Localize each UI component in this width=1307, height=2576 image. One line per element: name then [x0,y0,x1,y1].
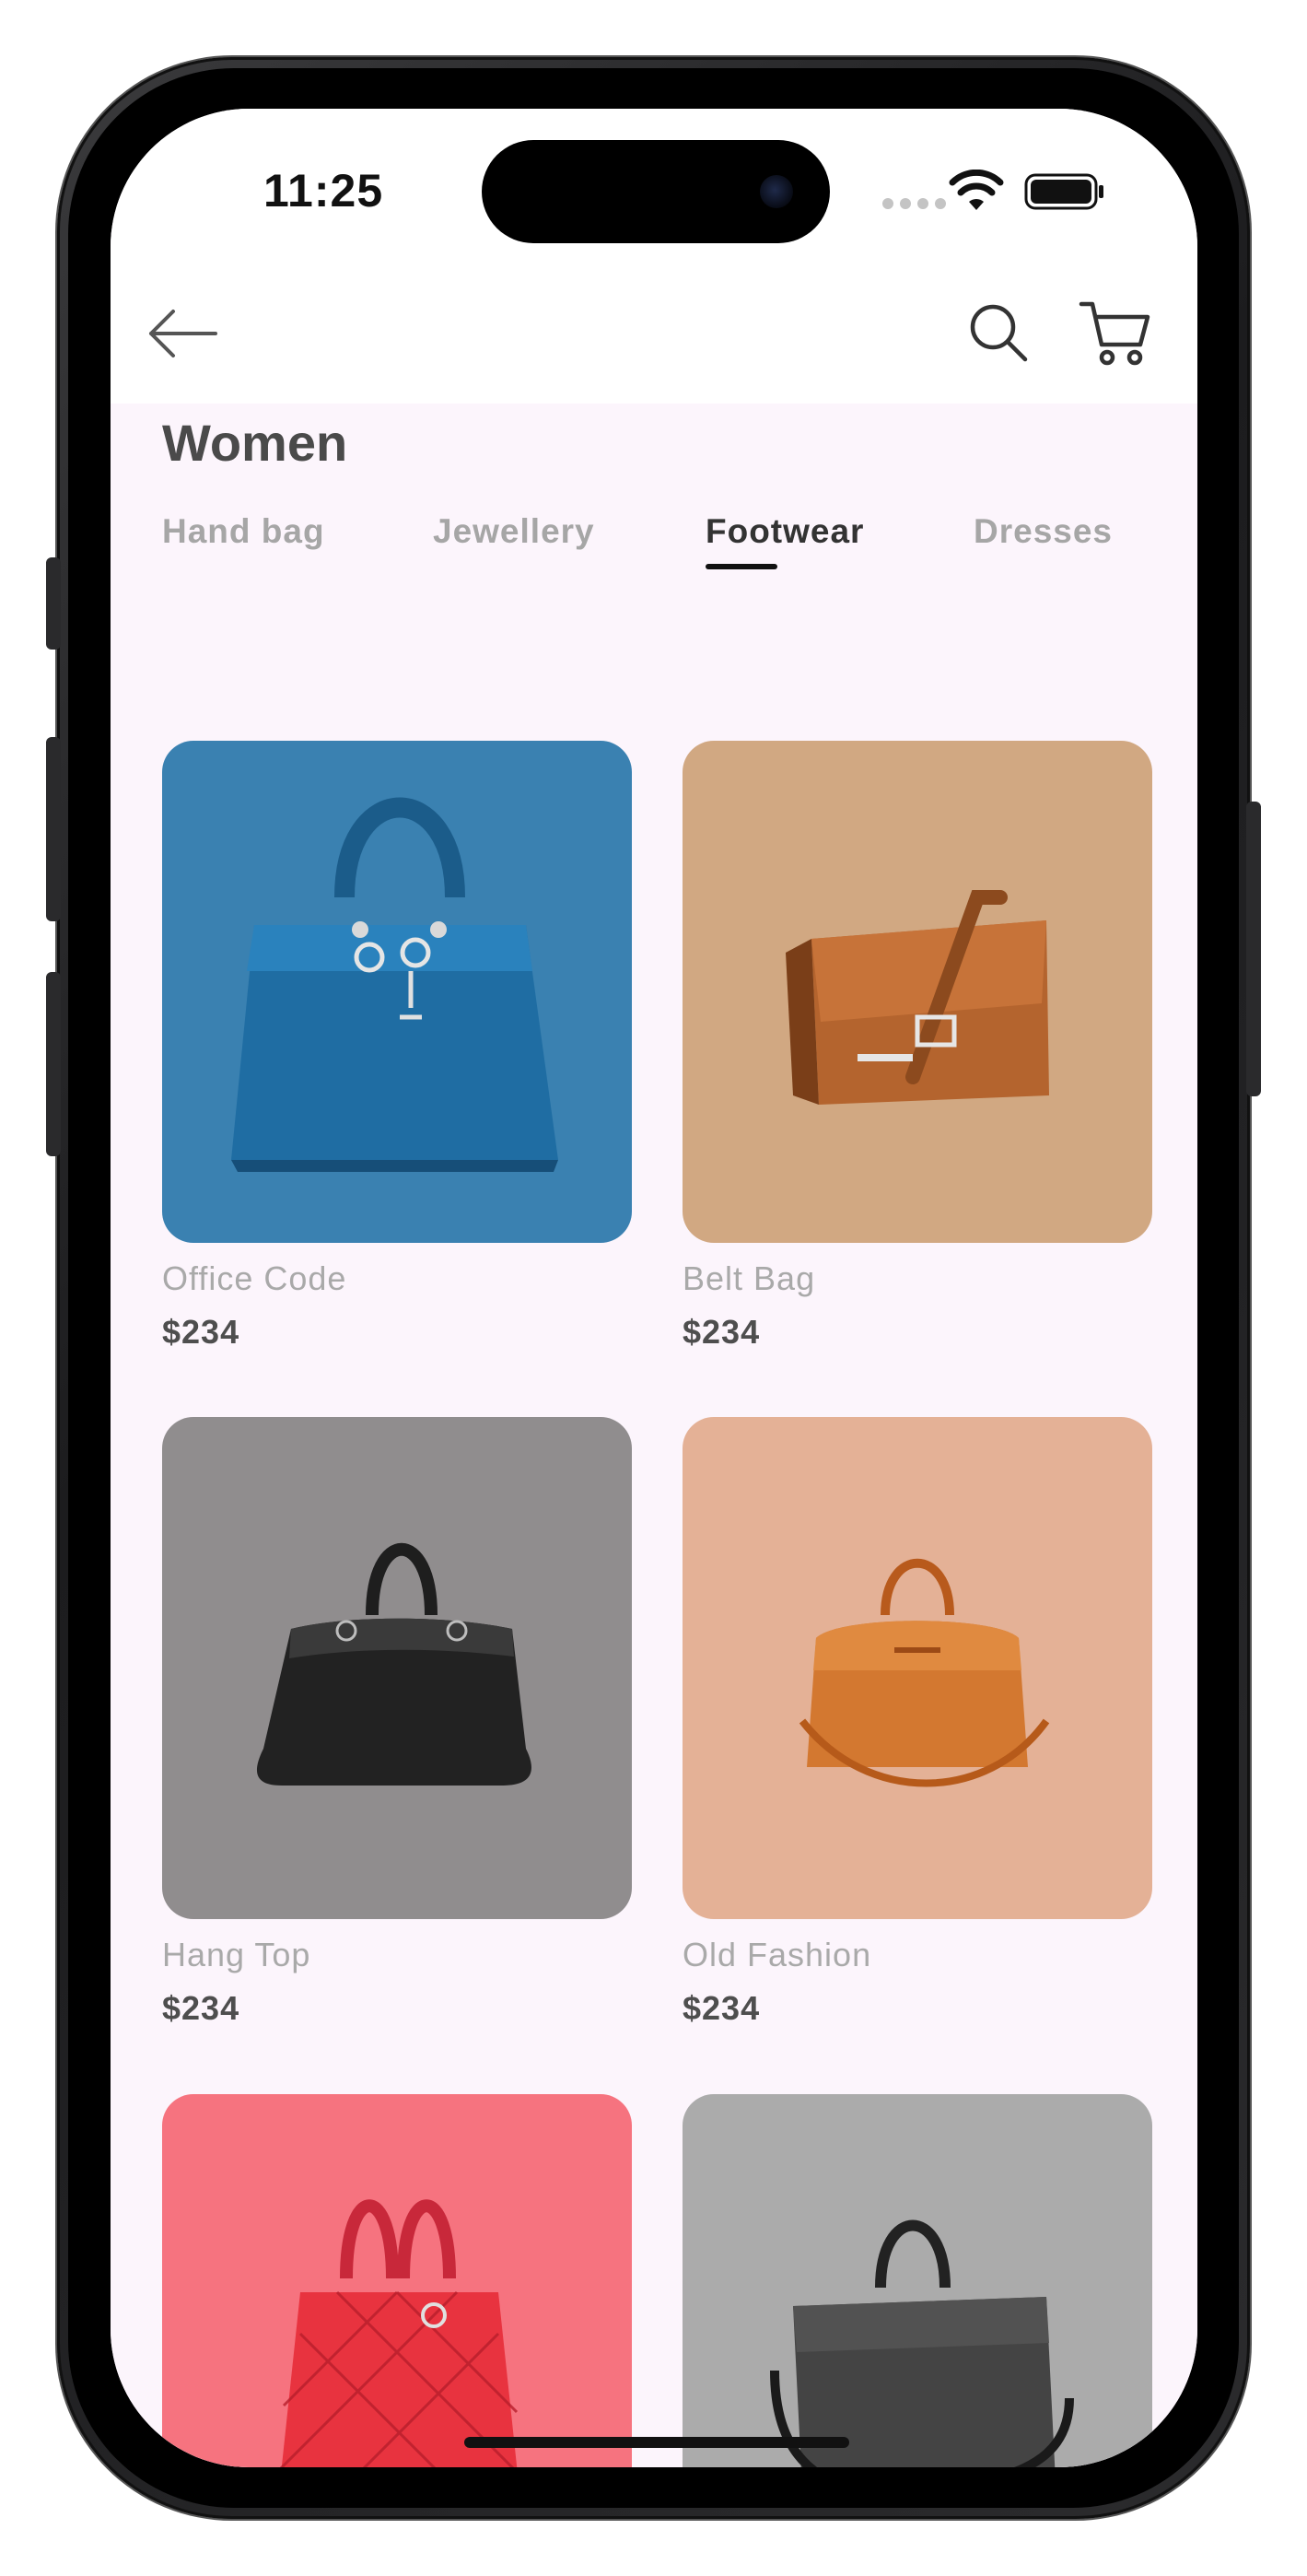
status-time: 11:25 [263,165,384,217]
tab-footwear-label: Footwear [706,512,865,550]
cellular-dots-icon [882,198,946,209]
phone-screen: 11:25 Women Hand bag Jewellery Footwear … [111,109,1197,2467]
tan-duffel-bag-image [683,1417,1152,1919]
blue-handbag-image [162,741,632,1243]
red-quilted-handbag-image [162,2094,632,2467]
product-name: Office Code [162,1259,347,1297]
tab-hand-bag[interactable]: Hand bag [162,512,325,551]
grey-laptop-bag-image [683,2094,1152,2467]
product-card[interactable]: Office Code $234 [162,741,632,1352]
page-title: Women [162,414,348,472]
tab-jewellery[interactable]: Jewellery [433,512,595,551]
product-price: $234 [162,1313,240,1351]
volume-up-button [46,737,61,921]
black-hobo-bag-image [162,1417,632,1919]
main-content: Women Hand bag Jewellery Footwear Dresse… [111,404,1197,2467]
status-bar: 11:25 [111,109,1197,404]
power-button [1246,802,1261,1096]
active-tab-indicator [706,564,777,569]
product-name: Belt Bag [683,1259,816,1297]
tab-dresses[interactable]: Dresses [974,512,1113,551]
product-card[interactable]: Belt Bag $234 [683,741,1152,1352]
wifi-icon [949,170,1004,210]
dynamic-island [482,140,830,243]
product-price: $234 [683,1313,761,1351]
product-card[interactable] [683,2094,1152,2467]
tab-footwear[interactable]: Footwear [706,512,865,569]
product-card[interactable] [162,2094,632,2467]
product-card[interactable]: Hang Top $234 [162,1417,632,2028]
product-name: Hang Top [162,1936,311,1973]
cart-icon[interactable] [1078,299,1151,369]
volume-down-button [46,972,61,1156]
product-card[interactable]: Old Fashion $234 [683,1417,1152,2028]
silent-switch [46,557,61,650]
front-camera-icon [760,175,793,208]
home-indicator[interactable] [464,2437,849,2448]
battery-icon [1024,173,1103,210]
brown-messenger-bag-image [683,741,1152,1243]
search-icon[interactable] [966,300,1031,365]
product-price: $234 [162,1989,240,2027]
back-arrow-icon[interactable] [146,306,219,361]
product-name: Old Fashion [683,1936,872,1973]
product-price: $234 [683,1989,761,2027]
category-tabs: Hand bag Jewellery Footwear Dresses [162,512,1157,577]
